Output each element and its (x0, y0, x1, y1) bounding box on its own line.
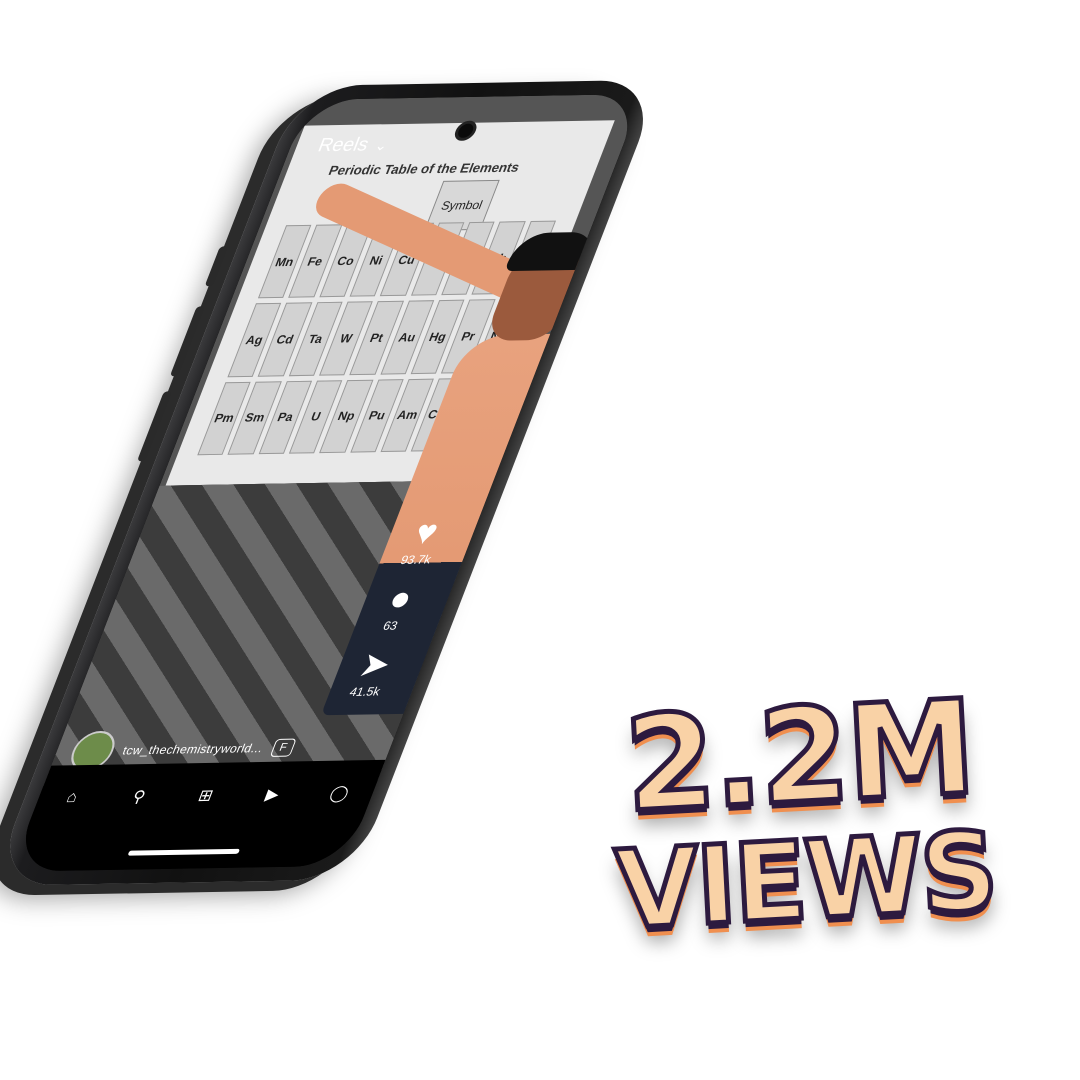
like-count: 93.7k (398, 552, 434, 567)
username[interactable]: tcw_thechemistryworld... (120, 741, 265, 757)
views-label: VIEWS (610, 807, 1000, 957)
views-headline: 2.2M VIEWS (606, 669, 1000, 957)
views-number: 2.2M (619, 669, 979, 844)
board-title: Periodic Table of the Elements (326, 159, 522, 178)
reels-icon[interactable]: ▶ (254, 781, 290, 807)
phone-screen: Periodic Table of the Elements Symbol Mn… (10, 93, 643, 872)
share-action[interactable]: ➤ 41.5k (347, 645, 397, 699)
comment-icon[interactable]: ● (383, 580, 418, 618)
comment-action[interactable]: ● 63 (377, 580, 419, 633)
add-icon[interactable]: ⊞ (188, 783, 224, 809)
reels-title: Reels (314, 134, 372, 157)
bottom-nav: ⌂ ⚲ ⊞ ▶ ◯ (10, 759, 386, 872)
phone-mockup: Periodic Table of the Elements Symbol Mn… (0, 79, 663, 886)
share-count: 41.5k (347, 684, 383, 699)
send-icon[interactable]: ➤ (354, 645, 397, 683)
like-action[interactable]: ♥ 93.7k (398, 514, 448, 567)
comment-count: 63 (380, 618, 400, 633)
profile-icon[interactable]: ◯ (321, 780, 357, 806)
home-icon[interactable]: ⌂ (54, 785, 90, 811)
reels-header[interactable]: Reels ⌄ (314, 134, 391, 157)
search-icon[interactable]: ⚲ (121, 784, 157, 810)
heart-icon[interactable]: ♥ (409, 514, 444, 552)
